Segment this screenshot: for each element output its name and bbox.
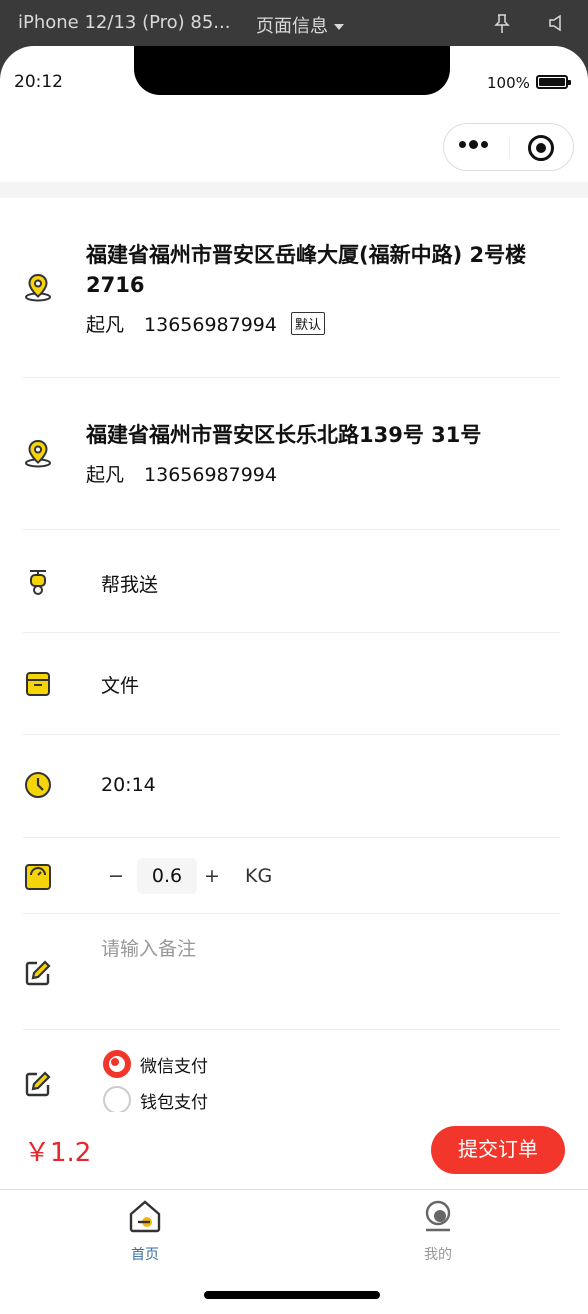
home-indicator — [204, 1291, 380, 1299]
battery-percent: 100% — [487, 74, 530, 92]
device-selector[interactable]: iPhone 12/13 (Pro) 85... — [18, 12, 230, 33]
edit-icon — [25, 960, 51, 986]
service-type-row[interactable]: 帮我送 — [23, 530, 560, 633]
weight-decrease-button[interactable]: − — [107, 865, 125, 887]
battery-icon — [536, 75, 571, 89]
close-miniprogram-button[interactable] — [528, 135, 554, 161]
pickup-contact: 起凡 13656987994 默认 — [86, 310, 326, 337]
order-footer: ￥1.2 提交订单 — [0, 1112, 588, 1188]
order-form: 福建省福州市晋安区岳峰大厦(福新中路) 2号楼2716 起凡 1365698799… — [0, 198, 584, 1188]
location-pin-icon — [25, 439, 51, 468]
payment-option-label: 微信支付 — [140, 1056, 208, 1077]
remark-row: 请输入备注 — [23, 914, 560, 1030]
remark-input[interactable]: 请输入备注 — [101, 934, 196, 961]
pin-icon[interactable] — [494, 14, 510, 34]
pickup-address: 福建省福州市晋安区岳峰大厦(福新中路) 2号楼2716 — [86, 243, 527, 297]
weight-increase-button[interactable]: + — [203, 865, 221, 887]
delivery-contact: 起凡 13656987994 — [86, 460, 277, 487]
weight-row: − 0.6 + KG — [23, 838, 560, 914]
location-pin-icon — [25, 273, 51, 302]
payment-option-wechat[interactable]: 微信支付 — [103, 1050, 208, 1078]
weight-input[interactable]: 0.6 — [137, 858, 197, 894]
delivery-time-row[interactable]: 20:14 — [23, 735, 560, 838]
contact-name: 起凡 — [86, 314, 125, 336]
tab-label: 首页 — [131, 1247, 159, 1263]
default-badge: 默认 — [291, 312, 326, 335]
page-info-label: 页面信息 — [256, 16, 328, 37]
tab-profile[interactable]: 我的 — [408, 1198, 468, 1264]
contact-phone: 13656987994 — [144, 464, 277, 486]
capsule-divider — [509, 137, 510, 159]
radio-unchecked-icon[interactable] — [103, 1086, 131, 1114]
miniprogram-capsule — [443, 123, 574, 171]
devtools-bar: iPhone 12/13 (Pro) 85... 页面信息 — [0, 0, 588, 46]
page-info-dropdown[interactable]: 页面信息 — [256, 12, 344, 38]
submit-order-button[interactable]: 提交订单 — [431, 1126, 565, 1174]
total-price: ￥1.2 — [24, 1138, 92, 1168]
contact-name: 起凡 — [86, 464, 125, 486]
payment-option-label: 钱包支付 — [140, 1092, 208, 1113]
edit-icon — [25, 1071, 51, 1097]
delivery-address: 福建省福州市晋安区长乐北路139号 31号 — [86, 423, 482, 447]
weight-unit: KG — [245, 865, 273, 887]
scale-icon — [25, 864, 51, 890]
speaker-icon[interactable] — [548, 14, 566, 32]
tab-label: 我的 — [424, 1247, 452, 1263]
item-type-row[interactable]: 文件 — [23, 633, 560, 735]
home-icon — [129, 1200, 161, 1233]
scooter-icon — [30, 570, 46, 595]
delivery-time-label: 20:14 — [101, 774, 156, 796]
payment-option-wallet[interactable]: 钱包支付 — [103, 1086, 208, 1114]
radio-checked-icon[interactable] — [103, 1050, 131, 1078]
item-type-label: 文件 — [101, 675, 140, 697]
phone-screen: 20:12 100% 福建省福州市晋安区岳峰大厦(福新中路) 2号楼2716 起… — [0, 46, 588, 1314]
service-type-label: 帮我送 — [101, 574, 159, 596]
pickup-address-row[interactable]: 福建省福州市晋安区岳峰大厦(福新中路) 2号楼2716 起凡 1365698799… — [23, 198, 560, 378]
clock-icon — [25, 772, 51, 798]
section-gap — [0, 182, 588, 198]
box-icon — [26, 672, 50, 696]
tab-home[interactable]: 首页 — [115, 1198, 175, 1264]
dropdown-caret-icon — [334, 24, 344, 30]
weight-stepper: − 0.6 + KG — [107, 858, 272, 894]
profile-icon — [425, 1200, 451, 1232]
contact-phone: 13656987994 — [144, 314, 277, 336]
more-menu-button[interactable] — [459, 140, 488, 149]
notch — [134, 46, 450, 95]
status-time: 20:12 — [14, 72, 63, 92]
delivery-address-row[interactable]: 福建省福州市晋安区长乐北路139号 31号 起凡 13656987994 — [23, 378, 560, 530]
